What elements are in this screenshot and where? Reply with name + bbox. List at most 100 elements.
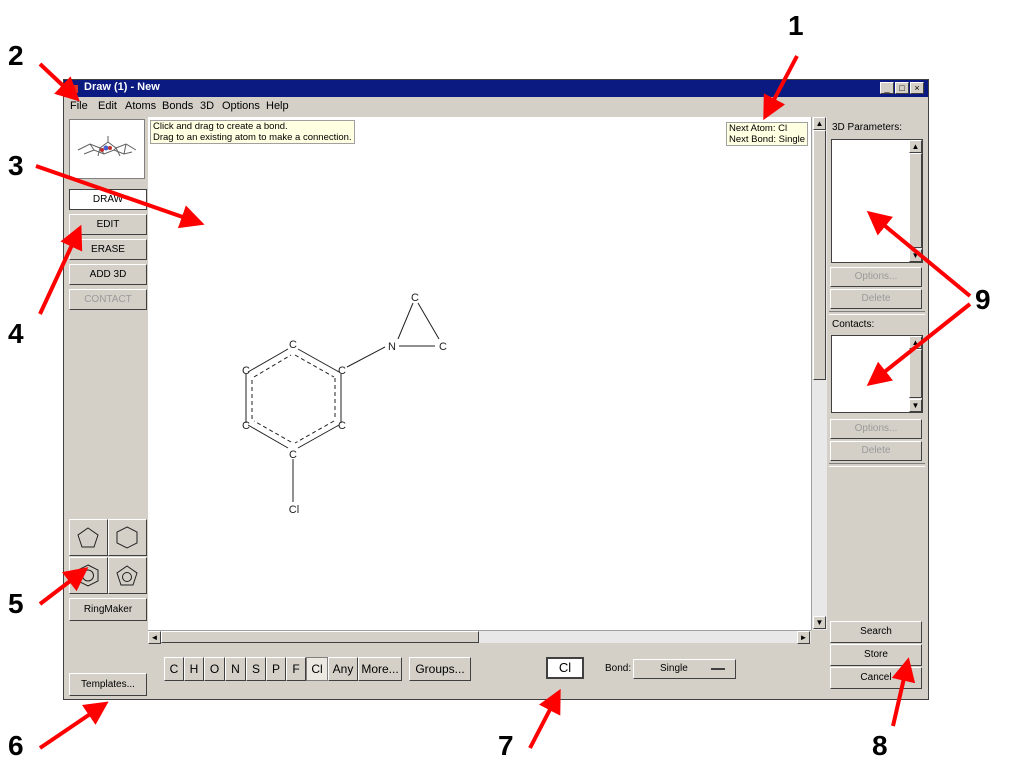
bond[interactable] xyxy=(294,420,335,444)
templates-button[interactable]: Templates... xyxy=(69,673,147,696)
maximize-button[interactable]: □ xyxy=(895,82,909,94)
atom-label[interactable]: N xyxy=(388,341,396,353)
cancel-button[interactable]: Cancel xyxy=(830,667,922,689)
bond[interactable] xyxy=(417,302,440,340)
drawing-canvas[interactable]: Click and drag to create a bond. Drag to… xyxy=(148,117,811,630)
menu-help[interactable]: Help xyxy=(266,100,289,112)
params-scrollbar[interactable]: ▲ ▼ xyxy=(909,140,922,262)
ringmaker-button[interactable]: RingMaker xyxy=(69,598,147,621)
contacts-options-button[interactable]: Options... xyxy=(830,419,922,439)
edit-tool-button[interactable]: EDIT xyxy=(69,214,147,235)
atom-label[interactable]: Cl xyxy=(289,504,299,516)
atom-label[interactable]: C xyxy=(242,420,250,432)
element-n-button[interactable]: N xyxy=(225,657,246,681)
scroll-down-arrow-icon[interactable]: ▼ xyxy=(813,616,826,629)
contact-tool-button[interactable]: CONTACT xyxy=(69,289,147,310)
callout-7: 7 xyxy=(498,730,514,761)
search-button[interactable]: Search xyxy=(830,621,922,643)
contacts-scroll-thumb[interactable] xyxy=(909,349,922,398)
contacts-scrollbar[interactable]: ▲ ▼ xyxy=(909,336,922,412)
menu-options[interactable]: Options xyxy=(222,100,260,112)
element-s-button[interactable]: S xyxy=(246,657,266,681)
dropdown-indicator-icon xyxy=(711,668,725,670)
scroll-up-arrow-icon[interactable]: ▲ xyxy=(813,117,826,130)
draw-tool-button[interactable]: DRAW xyxy=(69,189,147,210)
panel-divider xyxy=(829,311,925,315)
molecule-drawing: C C C C C C Cl N C C xyxy=(242,292,447,516)
params-delete-button[interactable]: Delete xyxy=(830,289,922,309)
element-h-button[interactable]: H xyxy=(184,657,204,681)
atom-label[interactable]: C xyxy=(242,365,250,377)
contacts-delete-button[interactable]: Delete xyxy=(830,441,922,461)
menu-edit[interactable]: Edit xyxy=(98,100,117,112)
scroll-up-arrow-icon[interactable]: ▲ xyxy=(909,336,922,349)
current-atom-field[interactable]: Cl xyxy=(546,657,584,679)
more-elements-button[interactable]: More... xyxy=(358,657,402,681)
params-options-button[interactable]: Options... xyxy=(830,267,922,287)
hexagon-icon xyxy=(116,526,138,549)
contacts-list[interactable]: ▲ ▼ xyxy=(831,335,923,413)
cyclopentane-ring-button[interactable] xyxy=(69,519,108,556)
element-p-button[interactable]: P xyxy=(266,657,286,681)
arrow-7 xyxy=(528,688,561,749)
scroll-down-arrow-icon[interactable]: ▼ xyxy=(909,249,922,262)
contacts-label: Contacts: xyxy=(832,319,875,330)
atom-label[interactable]: C xyxy=(338,365,346,377)
scroll-up-arrow-icon[interactable]: ▲ xyxy=(909,140,922,153)
scroll-down-arrow-icon[interactable]: ▼ xyxy=(909,399,922,412)
3d-parameters-list[interactable]: ▲ ▼ xyxy=(831,139,923,263)
preview-atom-dot xyxy=(103,145,109,151)
callout-9: 9 xyxy=(975,284,991,315)
cyclopentadienyl-ring-button[interactable] xyxy=(108,557,147,594)
element-o-button[interactable]: O xyxy=(204,657,225,681)
arrow-6 xyxy=(38,701,109,750)
menu-bonds[interactable]: Bonds xyxy=(162,100,193,112)
pentagon-icon xyxy=(77,527,99,548)
horizontal-scrollbar[interactable]: ◄ ► xyxy=(148,630,811,644)
callout-3: 3 xyxy=(8,150,24,181)
molecule-preview xyxy=(69,119,145,179)
tool-panel: DRAW EDIT ERASE ADD 3D CONTACT RingMaker… xyxy=(67,117,147,697)
element-cl-button[interactable]: Cl xyxy=(306,657,328,681)
menu-3d[interactable]: 3D xyxy=(200,100,214,112)
close-button[interactable]: × xyxy=(910,82,924,94)
app-icon xyxy=(69,83,78,93)
bond[interactable] xyxy=(346,346,386,368)
bond-label: Bond: xyxy=(605,663,632,674)
menu-atoms[interactable]: Atoms xyxy=(125,100,156,112)
horizontal-scroll-thumb[interactable] xyxy=(161,631,479,643)
bond-type-select[interactable]: Single xyxy=(633,659,736,679)
callout-4: 4 xyxy=(8,318,24,349)
title-bar: Draw (1) - New _ □ × xyxy=(64,80,928,97)
draw-window: Draw (1) - New _ □ × File Edit Atoms Bon… xyxy=(63,79,929,700)
menu-file[interactable]: File xyxy=(70,100,88,112)
minimize-button[interactable]: _ xyxy=(880,82,894,94)
params-scroll-thumb[interactable] xyxy=(909,153,922,248)
cyclohexane-ring-button[interactable] xyxy=(108,519,147,556)
groups-button[interactable]: Groups... xyxy=(409,657,471,681)
bond[interactable] xyxy=(397,302,414,340)
callout-1: 1 xyxy=(788,10,804,41)
atom-label[interactable]: C xyxy=(289,449,297,461)
panel-divider xyxy=(829,463,925,467)
bond[interactable] xyxy=(297,424,340,449)
erase-tool-button[interactable]: ERASE xyxy=(69,239,147,260)
atom-label[interactable]: C xyxy=(289,339,297,351)
preview-molecule-image xyxy=(77,136,137,157)
right-panel: 3D Parameters: ▲ ▼ Options... Delete Con… xyxy=(829,117,927,697)
callout-6: 6 xyxy=(8,730,24,761)
vertical-scroll-thumb[interactable] xyxy=(813,130,826,380)
3d-parameters-label: 3D Parameters: xyxy=(832,122,903,133)
atom-label[interactable]: C xyxy=(411,292,419,304)
vertical-scrollbar[interactable]: ▲ ▼ xyxy=(811,117,827,630)
element-f-button[interactable]: F xyxy=(286,657,306,681)
element-any-button[interactable]: Any xyxy=(328,657,358,681)
callout-2: 2 xyxy=(8,40,24,71)
element-c-button[interactable]: C xyxy=(164,657,184,681)
bond-type-value: Single xyxy=(660,663,688,674)
atom-label[interactable]: C xyxy=(338,420,346,432)
benzene-ring-button[interactable] xyxy=(69,557,108,594)
store-button[interactable]: Store xyxy=(830,644,922,666)
atom-label[interactable]: C xyxy=(439,341,447,353)
add-3d-button[interactable]: ADD 3D xyxy=(69,264,147,285)
